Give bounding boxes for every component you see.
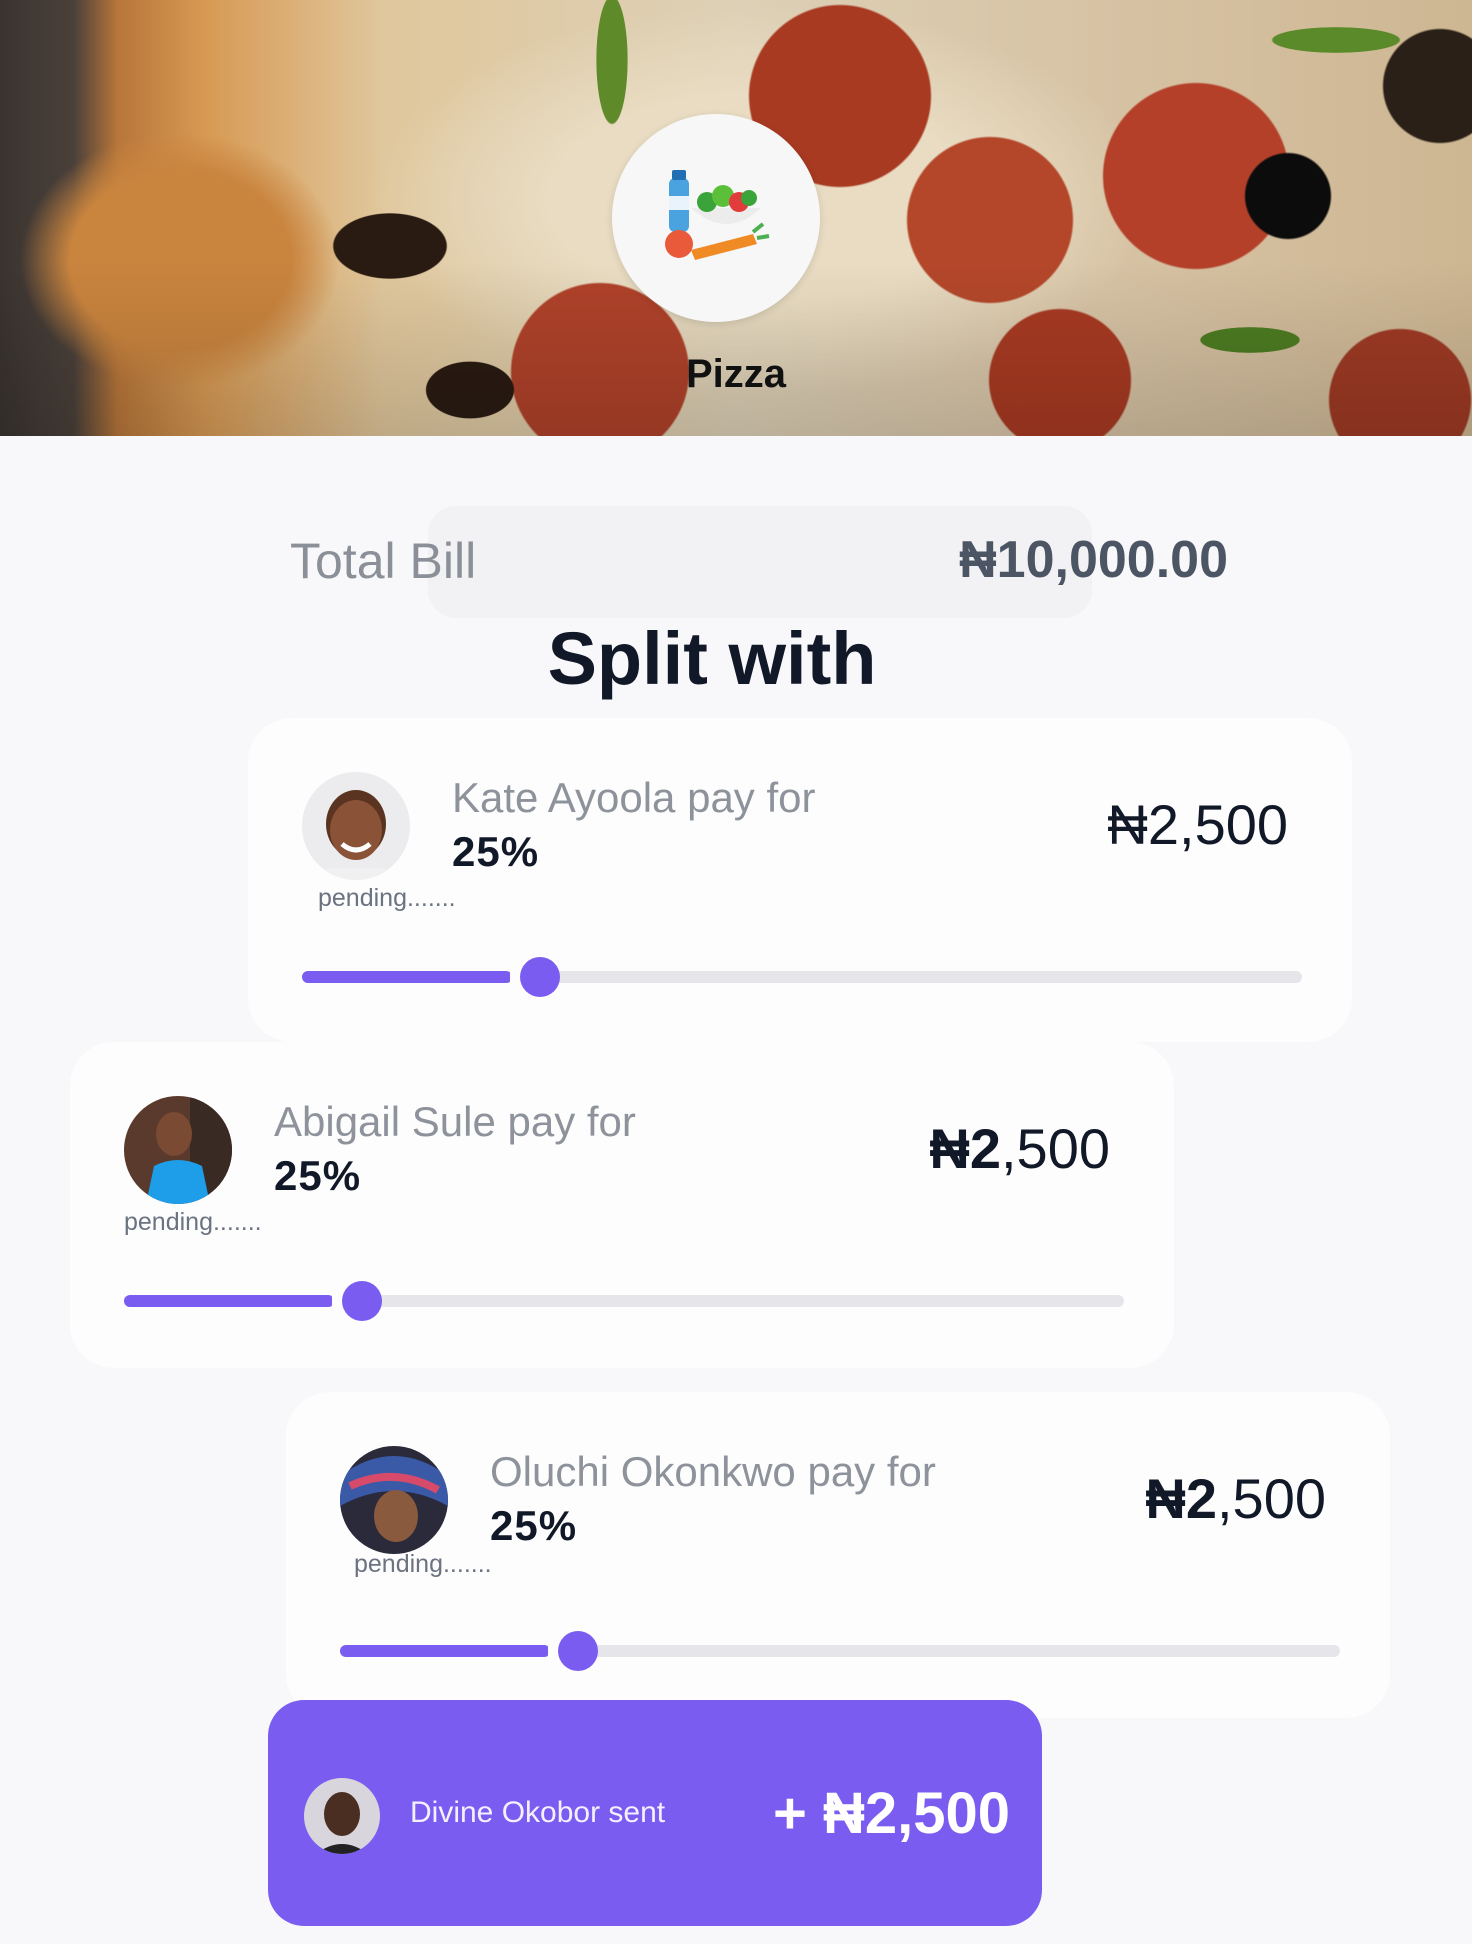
participant-card-kate[interactable]: Kate Ayoola pay for 25% pending....... ₦…: [248, 718, 1352, 1042]
participant-status: pending.......: [124, 1208, 262, 1236]
total-bill-value: ₦10,000.00: [959, 531, 1228, 589]
slider-fill: [340, 1645, 550, 1657]
participant-card-abigail[interactable]: Abigail Sule pay for 25% pending....... …: [70, 1042, 1174, 1368]
split-slider[interactable]: [302, 956, 1302, 997]
participant-status: pending.......: [318, 884, 456, 912]
kate-avatar: [302, 772, 410, 880]
participant-name: Kate Ayoola pay for: [452, 774, 816, 821]
participant-amount: ₦2,500: [929, 1117, 1110, 1180]
category-title: Pizza: [685, 352, 787, 396]
total-bill-label: Total Bill: [290, 533, 477, 589]
slider-fill: [124, 1295, 334, 1307]
payment-sent-banner[interactable]: Divine Okobor sent + ₦2,500: [268, 1700, 1042, 1926]
split-slider[interactable]: [124, 1280, 1124, 1321]
slider-thumb[interactable]: [520, 957, 560, 997]
sent-amount: + ₦2,500: [772, 1781, 1010, 1846]
participant-name: Abigail Sule pay for: [274, 1098, 636, 1145]
category-icon-circle[interactable]: [612, 114, 820, 322]
participant-card-oluchi[interactable]: Oluchi Okonkwo pay for 25% pending......…: [286, 1392, 1390, 1718]
participant-percent: 25%: [490, 1502, 578, 1549]
participant-status: pending.......: [354, 1550, 492, 1578]
abigail-avatar: [124, 1096, 232, 1204]
divine-avatar: [304, 1778, 380, 1854]
participant-amount: ₦2,500: [1107, 793, 1288, 856]
participant-percent: 25%: [452, 828, 540, 875]
sent-label: Divine Okobor sent: [410, 1796, 666, 1829]
oluchi-avatar: [340, 1446, 448, 1554]
participant-amount: ₦2,500: [1145, 1467, 1326, 1530]
participant-name: Oluchi Okonkwo pay for: [490, 1448, 936, 1495]
slider-thumb[interactable]: [558, 1631, 598, 1671]
slider-thumb[interactable]: [342, 1281, 382, 1321]
participant-percent: 25%: [274, 1152, 362, 1199]
groceries-icon: [665, 170, 770, 260]
slider-fill: [302, 971, 512, 983]
split-slider[interactable]: [340, 1630, 1340, 1671]
split-with-heading: Split with: [547, 617, 877, 700]
